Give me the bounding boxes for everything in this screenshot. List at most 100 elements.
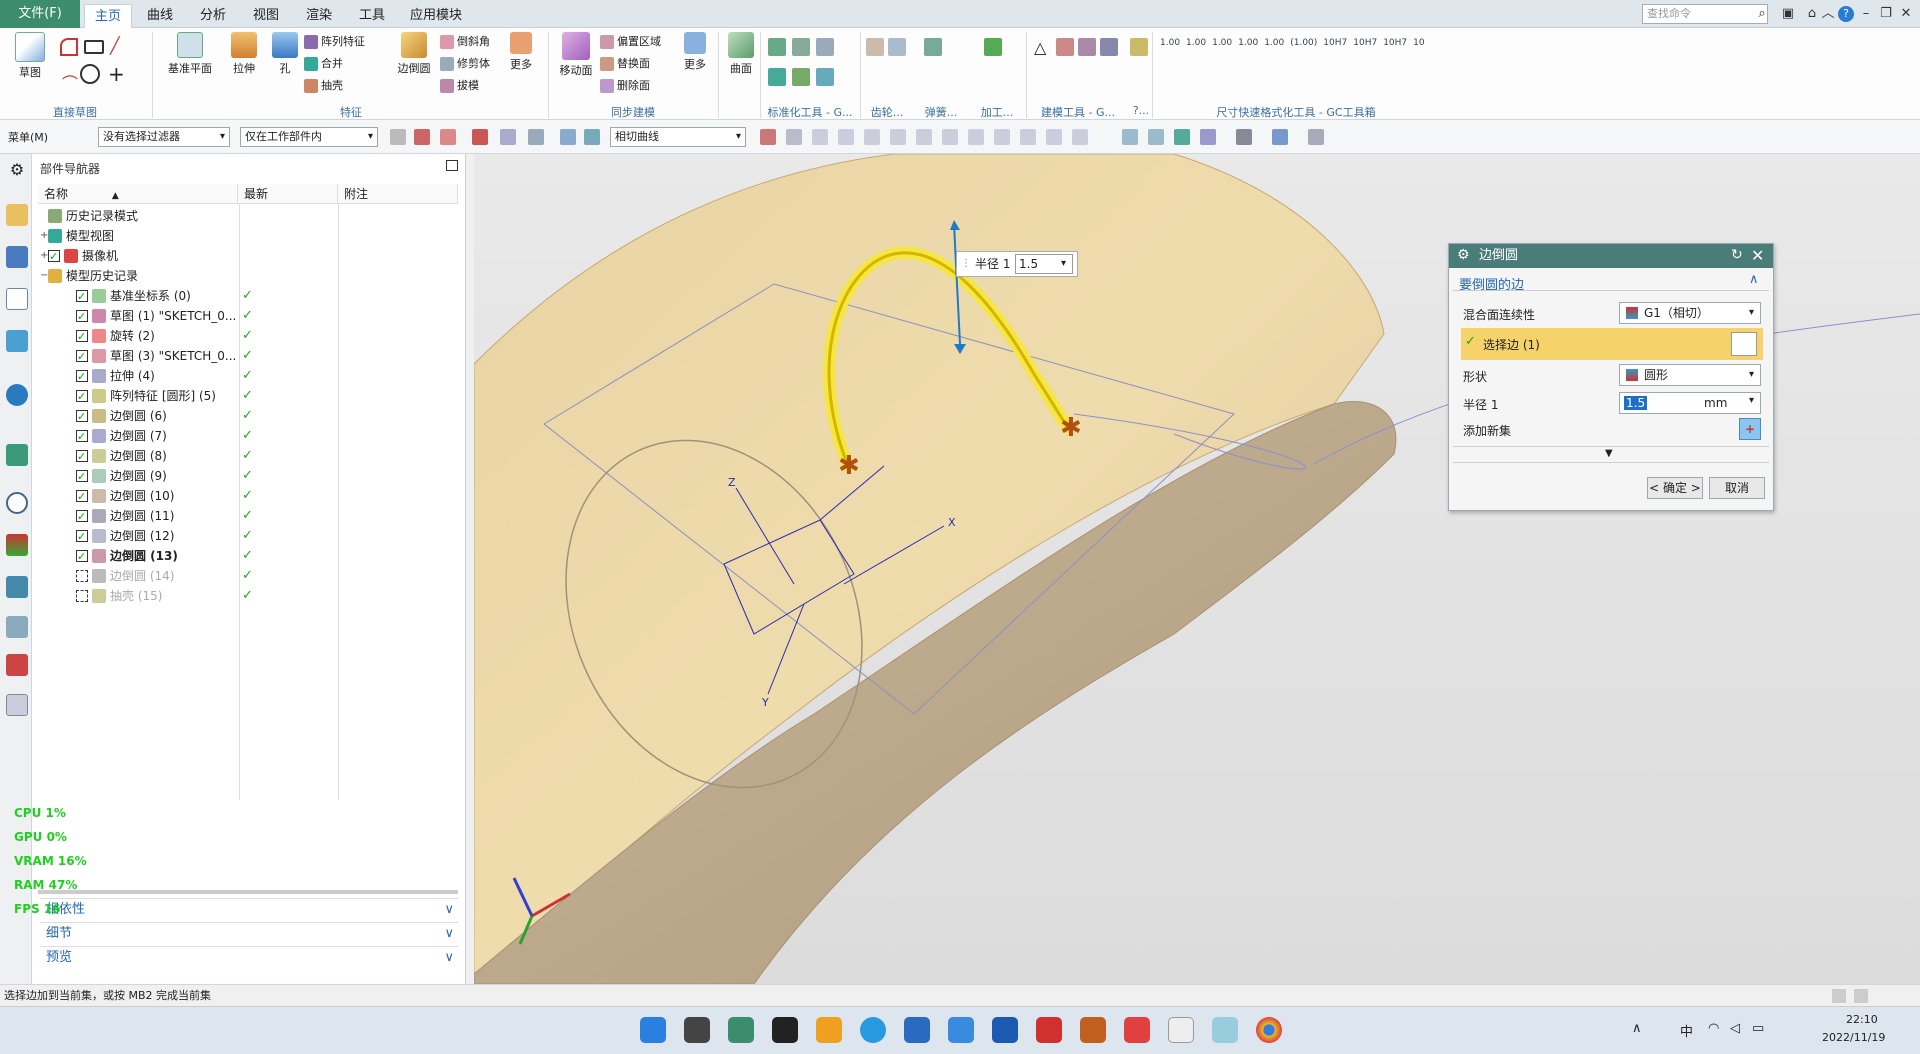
select-icon[interactable] bbox=[440, 129, 456, 145]
tab-view[interactable]: 视图 bbox=[243, 4, 289, 28]
shape-select[interactable]: 圆形 bbox=[1619, 364, 1761, 386]
orient-view-icon[interactable] bbox=[1200, 129, 1216, 145]
draft-button[interactable]: 拔模 bbox=[440, 76, 479, 96]
column-name[interactable]: 名称 ▲ bbox=[38, 184, 238, 204]
tree-row[interactable]: 拉伸 (4) ✓ bbox=[32, 366, 466, 387]
cancel-button[interactable]: 取消 bbox=[1709, 477, 1765, 499]
collapse-ribbon-icon[interactable]: ︿ bbox=[1818, 4, 1838, 24]
zoom-icon[interactable] bbox=[1148, 129, 1164, 145]
tree-row[interactable]: 边倒圆 (8) ✓ bbox=[32, 446, 466, 467]
lock-icon[interactable] bbox=[1130, 38, 1148, 56]
chevron-up-icon[interactable]: ∧ bbox=[1632, 1021, 1642, 1036]
role-icon[interactable] bbox=[6, 576, 28, 598]
status-icon[interactable] bbox=[1832, 989, 1846, 1003]
ime-indicator[interactable]: 中 bbox=[1680, 1021, 1693, 1040]
menu-button[interactable]: 菜单(M) bbox=[8, 129, 48, 145]
part-navigator-icon[interactable] bbox=[6, 288, 28, 310]
radius-onscreen-input[interactable]: ⋮ 半径 1 1.5 ▾ bbox=[956, 251, 1078, 277]
visibility-checkbox[interactable] bbox=[76, 447, 88, 467]
visibility-checkbox[interactable] bbox=[76, 570, 88, 582]
point-icon[interactable]: + bbox=[108, 62, 125, 86]
snap-point-icon[interactable] bbox=[786, 129, 802, 145]
body-icon[interactable] bbox=[528, 129, 544, 145]
visibility-checkbox[interactable] bbox=[76, 347, 88, 367]
type-filter-select[interactable]: 没有选择过滤器 bbox=[98, 127, 230, 147]
history-icon[interactable] bbox=[6, 444, 28, 466]
gear-icon[interactable]: ⚙ bbox=[6, 160, 28, 182]
close-icon[interactable]: ✕ bbox=[1751, 246, 1764, 265]
wps-icon[interactable] bbox=[1036, 1017, 1062, 1043]
gear-icon[interactable] bbox=[888, 38, 906, 56]
model-tool-icon[interactable] bbox=[1100, 38, 1118, 56]
maximize-panel-icon[interactable] bbox=[446, 160, 458, 171]
tree-row[interactable]: 草图 (3) "SKETCH_0... ✓ bbox=[32, 346, 466, 367]
snap-point-icon[interactable] bbox=[890, 129, 906, 145]
constraint-navigator-icon[interactable] bbox=[6, 246, 28, 268]
body-icon[interactable] bbox=[560, 129, 576, 145]
app-icon[interactable] bbox=[1080, 1017, 1106, 1043]
mail-icon[interactable] bbox=[904, 1017, 930, 1043]
preview-panel[interactable]: 预览 ∨ bbox=[40, 946, 458, 968]
delete-face-button[interactable]: 删除面 bbox=[600, 76, 650, 96]
std-tool-icon[interactable] bbox=[768, 38, 786, 56]
tab-tools[interactable]: 工具 bbox=[349, 4, 395, 28]
profile-icon[interactable] bbox=[60, 38, 78, 56]
move-face-button[interactable]: 移动面 bbox=[556, 32, 596, 78]
visibility-checkbox[interactable] bbox=[76, 507, 88, 527]
visibility-checkbox[interactable] bbox=[76, 467, 88, 487]
scope-filter-select[interactable]: 仅在工作部件内 bbox=[240, 127, 378, 147]
shell-button[interactable]: 抽壳 bbox=[304, 76, 343, 96]
document-icon[interactable] bbox=[6, 694, 28, 716]
dependencies-panel[interactable]: 相依性 ∨ bbox=[40, 898, 458, 920]
help-icon[interactable]: ? bbox=[1838, 6, 1854, 22]
tree-row[interactable]: 边倒圆 (13) ✓ bbox=[32, 546, 466, 567]
add-set-icon[interactable]: + bbox=[1739, 418, 1761, 440]
triangle-icon[interactable]: △ bbox=[1034, 38, 1046, 57]
render-style-icon[interactable] bbox=[1236, 129, 1252, 145]
snap-point-icon[interactable] bbox=[1020, 129, 1036, 145]
tree-row[interactable]: 边倒圆 (9) ✓ bbox=[32, 466, 466, 487]
snap-point-icon[interactable] bbox=[994, 129, 1010, 145]
todo-icon[interactable] bbox=[948, 1017, 974, 1043]
select-icon[interactable] bbox=[414, 129, 430, 145]
snap-point-icon[interactable] bbox=[812, 129, 828, 145]
continuity-select[interactable]: G1（相切） bbox=[1619, 302, 1761, 324]
gear-icon[interactable] bbox=[866, 38, 884, 56]
chrome-icon[interactable] bbox=[1256, 1017, 1282, 1043]
app-icon[interactable] bbox=[1124, 1017, 1150, 1043]
search-icon[interactable]: ⌕ bbox=[1752, 4, 1772, 24]
tree-row[interactable]: 抽壳 (15) ✓ bbox=[32, 586, 466, 606]
face-icon[interactable] bbox=[584, 129, 600, 145]
visibility-checkbox[interactable] bbox=[76, 327, 88, 347]
select-icon[interactable] bbox=[472, 129, 488, 145]
rectangle-icon[interactable] bbox=[84, 40, 104, 54]
trim-body-button[interactable]: 修剪体 bbox=[440, 54, 490, 74]
snap-point-icon[interactable] bbox=[968, 129, 984, 145]
std-tool-icon[interactable] bbox=[816, 68, 834, 86]
tree-row[interactable]: 基准坐标系 (0) ✓ bbox=[32, 286, 466, 307]
window-icon[interactable]: ▣ bbox=[1778, 4, 1798, 24]
std-tool-icon[interactable] bbox=[816, 38, 834, 56]
snap-point-icon[interactable] bbox=[1046, 129, 1062, 145]
visibility-checkbox[interactable] bbox=[76, 387, 88, 407]
word-icon[interactable] bbox=[992, 1017, 1018, 1043]
radius-input[interactable]: 1.5 mm ▾ bbox=[1619, 392, 1761, 414]
circle-icon[interactable] bbox=[80, 64, 100, 84]
terminal-icon[interactable] bbox=[772, 1017, 798, 1043]
chevron-down-icon[interactable]: ▾ bbox=[1061, 252, 1066, 276]
web-browser-icon[interactable] bbox=[6, 384, 28, 406]
arc-icon[interactable]: ⌒ bbox=[62, 70, 78, 94]
volume-icon[interactable]: ◁ bbox=[1730, 1021, 1740, 1036]
surface-button[interactable]: 曲面 bbox=[724, 32, 758, 76]
status-icon[interactable] bbox=[1854, 989, 1868, 1003]
gear-icon[interactable]: ⚙ bbox=[1457, 247, 1470, 263]
expand-more-icon[interactable]: ▼ bbox=[1605, 448, 1613, 459]
restore-icon[interactable]: ❐ bbox=[1876, 4, 1896, 24]
snap-point-icon[interactable] bbox=[838, 129, 854, 145]
visibility-checkbox[interactable] bbox=[76, 547, 88, 567]
offset-region-button[interactable]: 偏置区域 bbox=[600, 32, 661, 52]
reuse-library-icon[interactable] bbox=[6, 330, 28, 352]
app-icon[interactable] bbox=[860, 1017, 886, 1043]
visibility-checkbox[interactable] bbox=[76, 367, 88, 387]
column-latest[interactable]: 最新 bbox=[238, 184, 338, 204]
